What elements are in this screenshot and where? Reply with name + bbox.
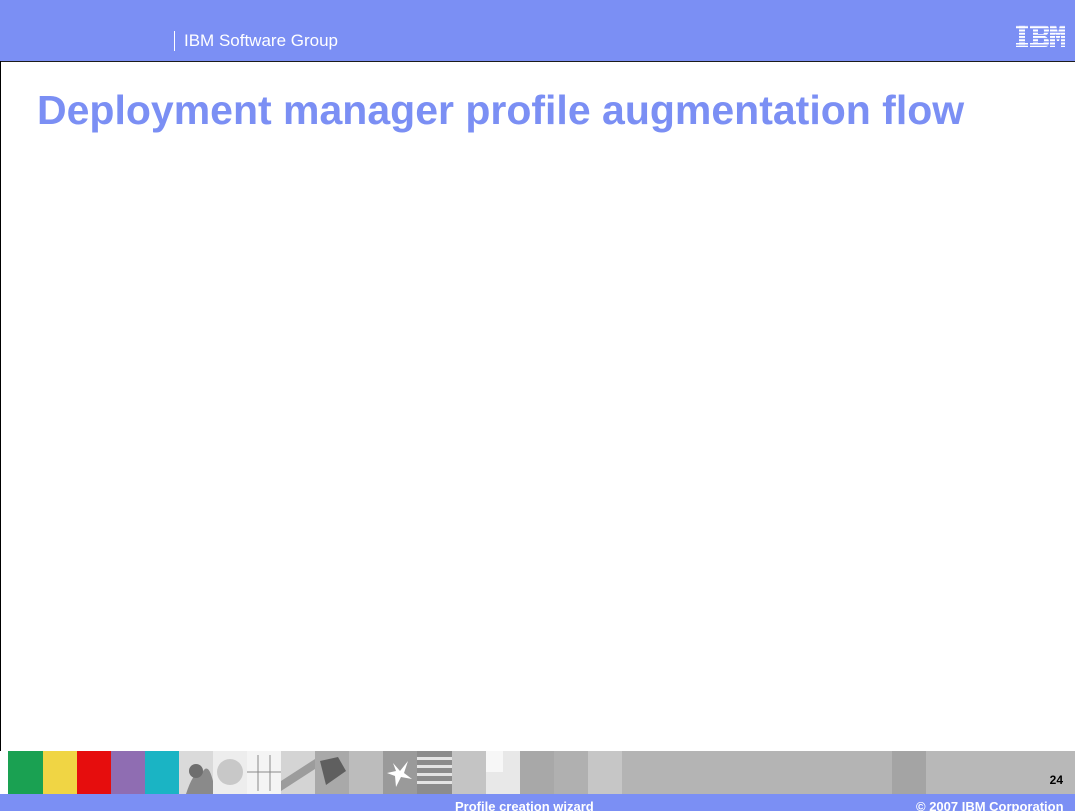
footer-image-strip xyxy=(8,751,1075,794)
group-label: IBM Software Group xyxy=(184,31,339,50)
slide-title: Deployment manager profile augmentation … xyxy=(37,87,965,133)
slide: IBM Software Group Deployment manager pr… xyxy=(0,0,1075,811)
page-number: 24 xyxy=(1049,773,1063,787)
left-rule xyxy=(0,61,1,751)
header-separator xyxy=(174,31,175,51)
copyright: © 2007 IBM Corporation xyxy=(916,799,1064,811)
footer-bar: Profile creation wizard © 2007 IBM Corpo… xyxy=(0,794,1075,811)
footer-title: Profile creation wizard xyxy=(455,799,594,811)
header-bar: IBM Software Group xyxy=(0,0,1075,62)
ibm-logo-icon xyxy=(1016,25,1065,47)
